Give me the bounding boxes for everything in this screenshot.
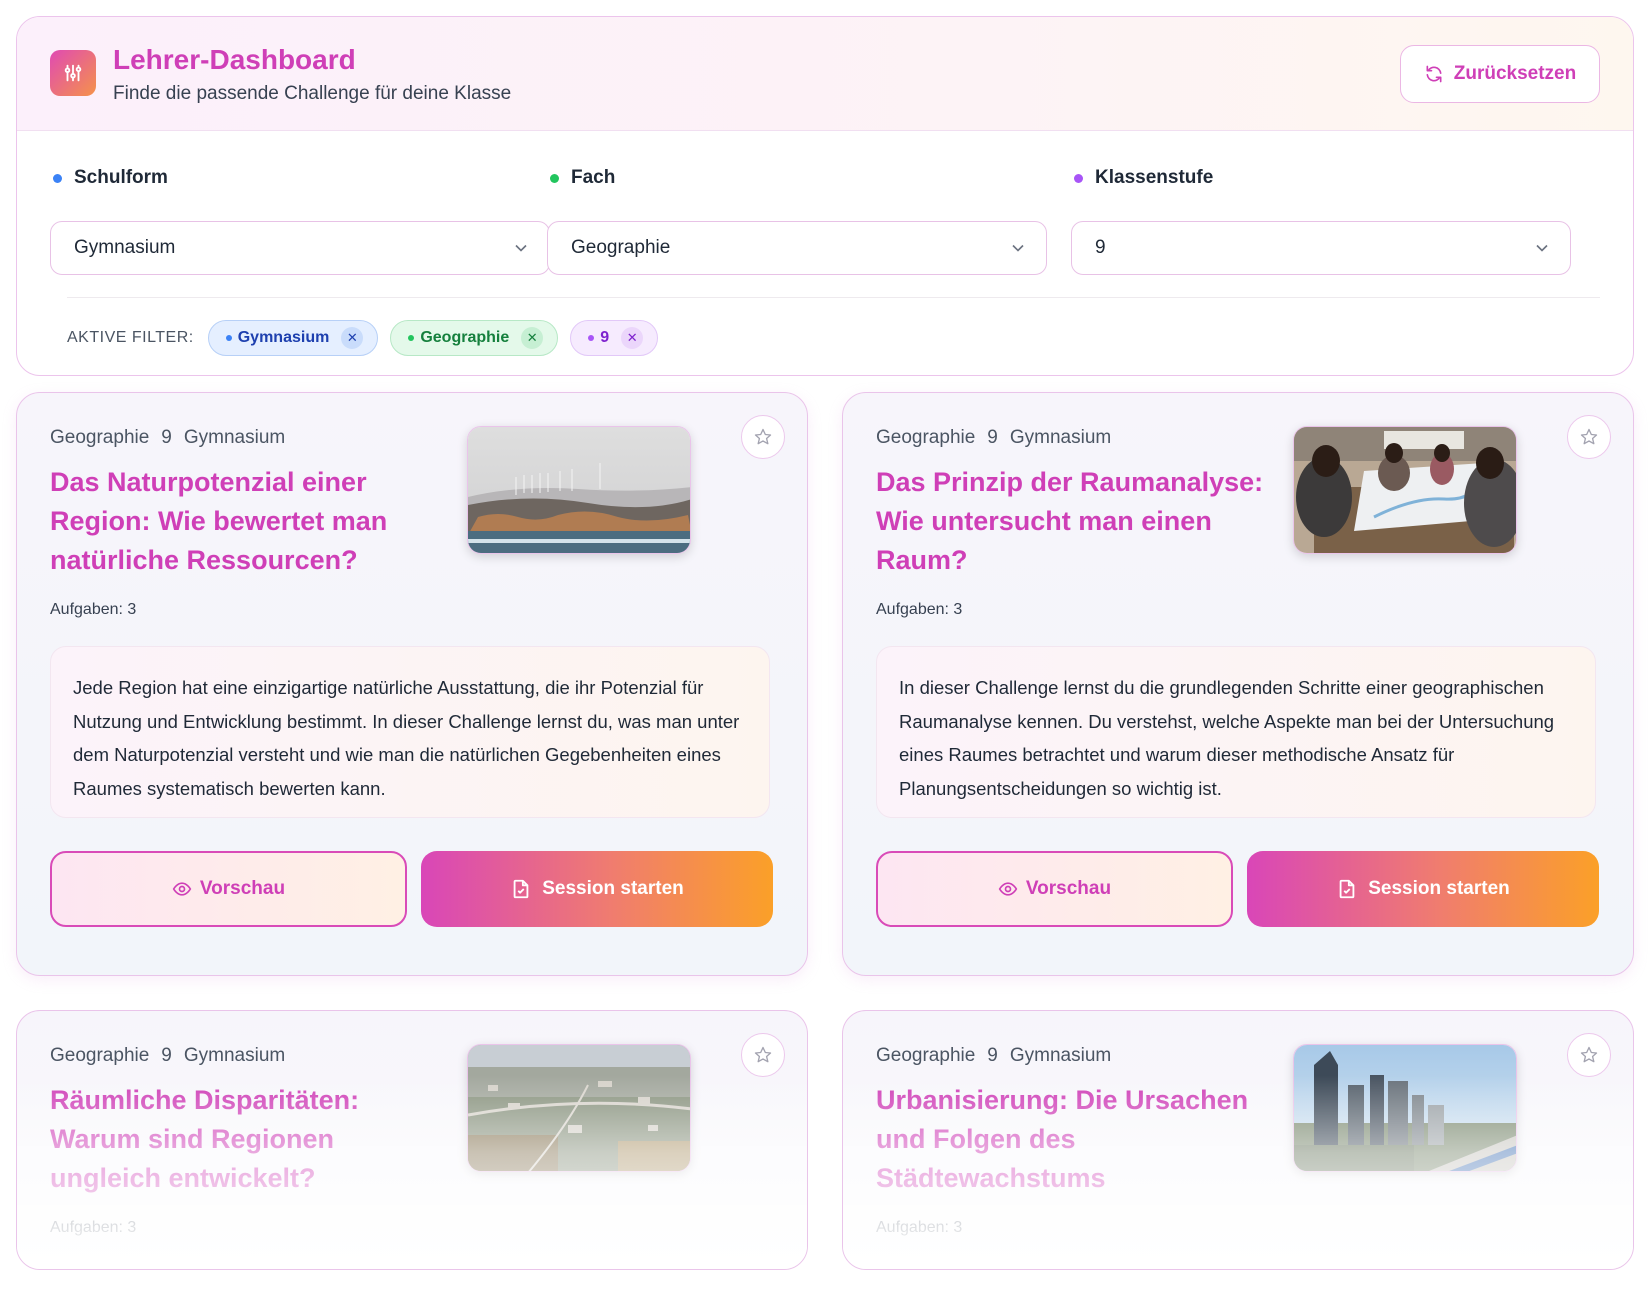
task-count: Aufgaben: 3 xyxy=(50,1219,137,1236)
card-title[interactable]: Das Naturpotenzial einer Region: Wie bew… xyxy=(50,463,445,580)
dot-icon xyxy=(588,335,595,341)
filter-label: Klassenstufe xyxy=(1074,167,1538,189)
reset-button[interactable]: Zurücksetzen xyxy=(1400,45,1600,103)
star-icon[interactable] xyxy=(1567,1033,1611,1077)
eye-icon xyxy=(998,882,1018,896)
klassenstufe-select[interactable]: 9 xyxy=(1071,221,1571,275)
card-image xyxy=(1293,1044,1517,1172)
page-title: Lehrer-Dashboard xyxy=(113,44,356,75)
refresh-icon xyxy=(1426,65,1442,83)
meta-school: Gymnasium xyxy=(1009,1045,1112,1066)
filter-label-text: Fach xyxy=(571,167,616,188)
dot-icon xyxy=(53,173,62,183)
panel-header: Lehrer-Dashboard Finde die passende Chal… xyxy=(17,17,1633,131)
active-filters-label: AKTIVE FILTER: xyxy=(67,329,194,346)
clipboard-icon xyxy=(1339,879,1355,899)
filter-fach: Fach Geographie xyxy=(514,167,1047,275)
filter-label-text: Schulform xyxy=(74,167,168,188)
card-image xyxy=(467,426,691,554)
challenge-card: Geographie 9 Gymnasium Das Prinzip der R… xyxy=(842,392,1634,976)
select-value: 9 xyxy=(1095,237,1106,258)
preview-label: Vorschau xyxy=(1025,878,1112,899)
fach-select[interactable]: Geographie xyxy=(547,221,1047,275)
meta-grade: 9 xyxy=(161,1045,172,1066)
challenge-card: Geographie 9 Gymnasium Das Naturpotenzia… xyxy=(16,392,808,976)
clipboard-icon xyxy=(513,879,529,899)
start-label: Session starten xyxy=(1368,878,1510,899)
star-icon[interactable] xyxy=(1567,415,1611,459)
meta-grade: 9 xyxy=(987,1045,998,1066)
select-value: Geographie xyxy=(571,237,671,258)
challenge-card: Geographie 9 Gymnasium Urbanisierung: Di… xyxy=(842,1010,1634,1270)
meta-grade: 9 xyxy=(987,427,998,448)
task-count: Aufgaben: 3 xyxy=(50,601,137,618)
chip-label: Gymnasium xyxy=(237,329,330,346)
meta-subject: Geographie xyxy=(876,427,976,448)
remove-filter-icon[interactable]: ✕ xyxy=(621,327,644,349)
card-description: Jede Region hat eine einzigartige natürl… xyxy=(50,646,770,818)
card-meta: Geographie 9 Gymnasium xyxy=(876,1045,1111,1067)
card-description: In dieser Challenge lernst du die grundl… xyxy=(876,646,1596,818)
filter-schulform: Schulform Gymnasium xyxy=(17,167,550,275)
card-title[interactable]: Das Prinzip der Raumanalyse: Wie untersu… xyxy=(876,463,1271,580)
remove-filter-icon[interactable]: ✕ xyxy=(341,327,364,349)
divider xyxy=(67,297,1600,298)
card-image xyxy=(467,1044,691,1172)
meta-subject: Geographie xyxy=(50,427,150,448)
meta-subject: Geographie xyxy=(876,1045,976,1066)
card-meta: Geographie 9 Gymnasium xyxy=(50,427,285,449)
active-filters: AKTIVE FILTER: Gymnasium ✕ Geographie ✕ … xyxy=(67,320,659,356)
meta-school: Gymnasium xyxy=(183,427,286,448)
sliders-icon xyxy=(50,50,96,96)
meta-school: Gymnasium xyxy=(183,1045,286,1066)
start-session-button[interactable]: Session starten xyxy=(421,851,773,927)
remove-filter-icon[interactable]: ✕ xyxy=(521,327,544,349)
preview-button[interactable]: Vorschau xyxy=(50,851,407,927)
filter-klassenstufe: Klassenstufe 9 xyxy=(1038,167,1571,275)
challenge-card: Geographie 9 Gymnasium Räumliche Dispari… xyxy=(16,1010,808,1270)
filter-chip-fach: Geographie ✕ xyxy=(390,320,559,356)
filter-label: Fach xyxy=(550,167,1014,189)
chip-label: 9 xyxy=(600,329,610,346)
schulform-select[interactable]: Gymnasium xyxy=(50,221,550,275)
card-title[interactable]: Urbanisierung: Die Ursachen und Folgen d… xyxy=(876,1081,1271,1198)
card-title[interactable]: Räumliche Disparitäten: Warum sind Regio… xyxy=(50,1081,445,1198)
card-image xyxy=(1293,426,1517,554)
dot-icon xyxy=(225,335,232,341)
task-count: Aufgaben: 3 xyxy=(876,1219,963,1236)
chevron-down-icon xyxy=(515,244,527,252)
chevron-down-icon xyxy=(1012,244,1024,252)
filter-label: Schulform xyxy=(53,167,517,189)
chevron-down-icon xyxy=(1536,244,1548,252)
start-label: Session starten xyxy=(542,878,684,899)
page-subtitle: Finde die passende Challenge für deine K… xyxy=(113,83,512,104)
meta-school: Gymnasium xyxy=(1009,427,1112,448)
preview-label: Vorschau xyxy=(199,878,286,899)
dot-icon xyxy=(550,173,559,183)
star-icon[interactable] xyxy=(741,415,785,459)
card-meta: Geographie 9 Gymnasium xyxy=(876,427,1111,449)
dot-icon xyxy=(408,335,415,341)
star-icon[interactable] xyxy=(741,1033,785,1077)
meta-grade: 9 xyxy=(161,427,172,448)
preview-button[interactable]: Vorschau xyxy=(876,851,1233,927)
dot-icon xyxy=(1074,173,1083,183)
filter-label-text: Klassenstufe xyxy=(1095,167,1214,188)
card-meta: Geographie 9 Gymnasium xyxy=(50,1045,285,1067)
task-count: Aufgaben: 3 xyxy=(876,601,963,618)
meta-subject: Geographie xyxy=(50,1045,150,1066)
filter-panel: Lehrer-Dashboard Finde die passende Chal… xyxy=(16,16,1634,376)
chip-label: Geographie xyxy=(420,329,510,346)
start-session-button[interactable]: Session starten xyxy=(1247,851,1599,927)
reset-label: Zurücksetzen xyxy=(1453,63,1577,84)
filter-chip-klassenstufe: 9 ✕ xyxy=(570,320,659,356)
eye-icon xyxy=(172,882,192,896)
filter-chip-schulform: Gymnasium ✕ xyxy=(207,320,379,356)
select-value: Gymnasium xyxy=(74,237,176,258)
